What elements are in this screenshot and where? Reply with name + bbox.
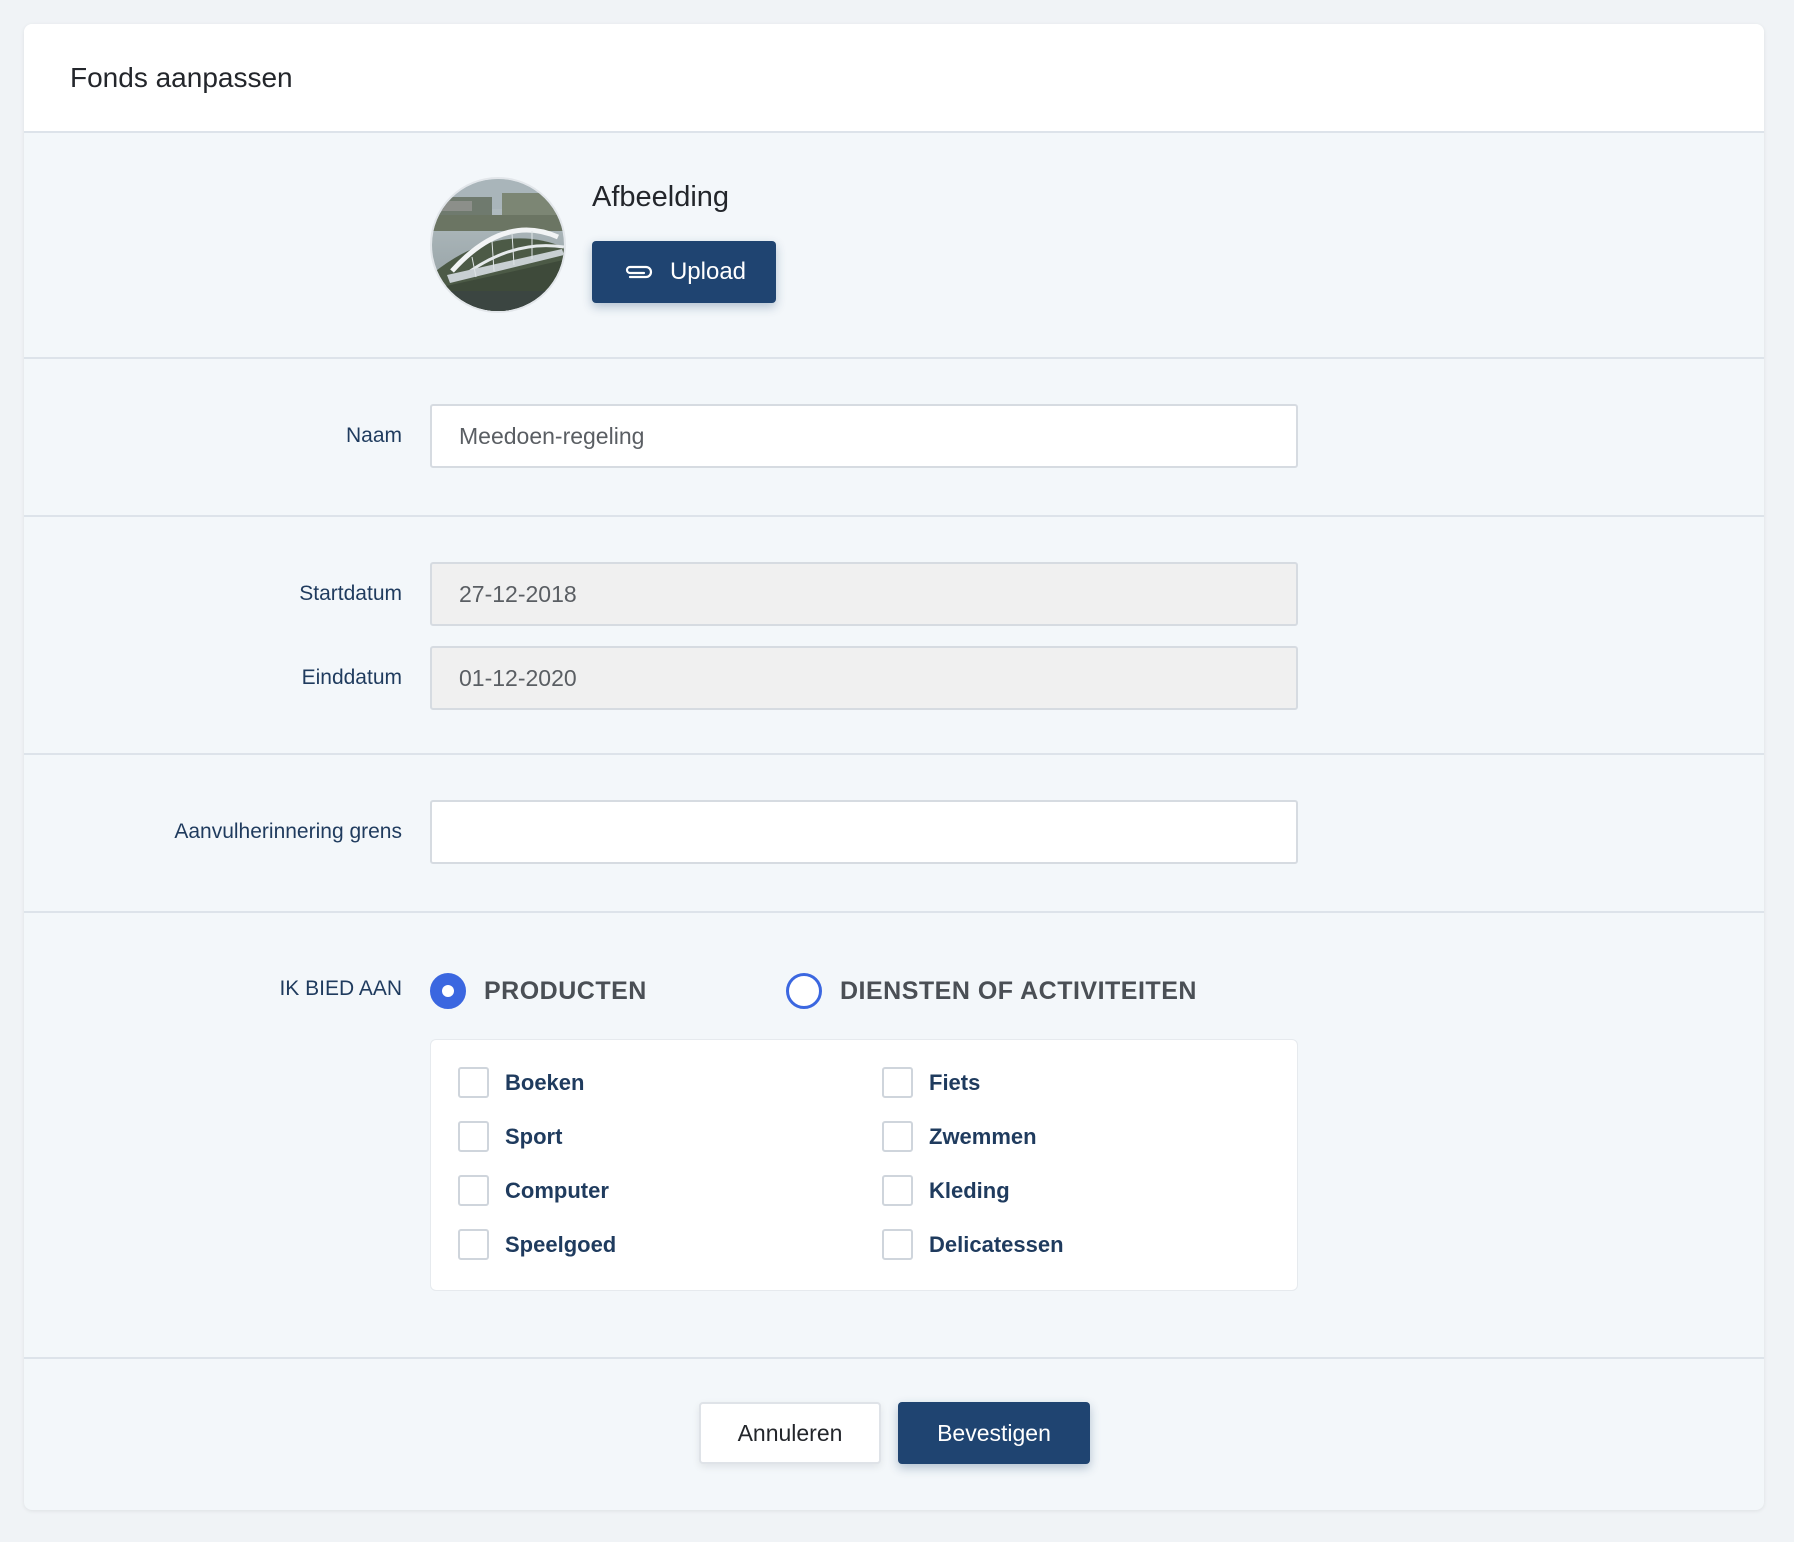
reminder-input[interactable]: [430, 800, 1298, 864]
dates-section: Startdatum 27-12-2018 Einddatum 01-12-20…: [24, 517, 1764, 755]
checkbox-label: Fiets: [929, 1069, 981, 1095]
start-date-row: Startdatum 27-12-2018: [24, 562, 1764, 626]
fund-image-avatar: [430, 177, 566, 313]
end-date-row: Einddatum 01-12-2020: [24, 646, 1764, 710]
offer-section: IK BIED AAN PRODUCTEN DIENSTEN OF ACTIVI…: [24, 913, 1764, 1359]
edit-fund-card: Fonds aanpassen Afbeelding Upload Naam M…: [24, 24, 1764, 1510]
checkbox-label: Boeken: [505, 1069, 585, 1095]
page-title: Fonds aanpassen: [70, 61, 293, 93]
radio-services-label: DIENSTEN OF ACTIVITEITEN: [840, 976, 1197, 1005]
radio-services[interactable]: DIENSTEN OF ACTIVITEITEN: [786, 973, 1197, 1009]
checkbox-computer[interactable]: Computer: [458, 1175, 609, 1206]
reminder-label: Aanvulherinnering grens: [174, 820, 402, 843]
checkbox-label: Computer: [505, 1177, 609, 1203]
checkbox-icon: [882, 1175, 913, 1206]
checkbox-icon: [458, 1175, 489, 1206]
upload-button[interactable]: Upload: [592, 241, 776, 303]
bridge-photo: [432, 179, 564, 311]
offer-label: IK BIED AAN: [279, 977, 402, 1000]
cancel-button[interactable]: Annuleren: [699, 1402, 881, 1464]
paperclip-icon: [625, 265, 652, 279]
checkbox-label: Zwemmen: [929, 1123, 1037, 1149]
upload-button-label: Upload: [669, 258, 747, 285]
checkbox-icon: [882, 1229, 913, 1260]
checkbox-icon: [458, 1121, 489, 1152]
image-section-title: Afbeelding: [592, 181, 730, 213]
checkbox-icon: [458, 1229, 489, 1260]
confirm-button[interactable]: Bevestigen: [898, 1402, 1090, 1464]
checkbox-fiets[interactable]: Fiets: [882, 1067, 980, 1098]
checkbox-delicatessen[interactable]: Delicatessen: [882, 1229, 1064, 1260]
checkbox-icon: [882, 1121, 913, 1152]
card-header: Fonds aanpassen: [24, 24, 1764, 133]
actions-section: Annuleren Bevestigen: [24, 1359, 1764, 1508]
name-section: Naam Meedoen-regeling: [24, 359, 1764, 517]
name-input[interactable]: Meedoen-regeling: [430, 404, 1298, 468]
checkbox-icon: [882, 1067, 913, 1098]
category-checkbox-list: Boeken Fiets Sport Zwemmen Computer Kled…: [430, 1039, 1298, 1291]
name-row: Naam Meedoen-regeling: [24, 404, 1764, 468]
checkbox-zwemmen[interactable]: Zwemmen: [882, 1121, 1037, 1152]
checkbox-label: Sport: [505, 1123, 563, 1149]
checkbox-speelgoed[interactable]: Speelgoed: [458, 1229, 616, 1260]
checkbox-label: Kleding: [929, 1177, 1010, 1203]
checkbox-icon: [458, 1067, 489, 1098]
radio-checked-icon: [430, 973, 466, 1009]
image-section: Afbeelding Upload: [24, 133, 1764, 359]
start-date-label: Startdatum: [299, 582, 402, 605]
end-date-label: Einddatum: [301, 666, 402, 689]
checkbox-label: Speelgoed: [505, 1231, 617, 1257]
reminder-row: Aanvulherinnering grens: [24, 800, 1764, 864]
end-date-input: 01-12-2020: [430, 646, 1298, 710]
radio-products[interactable]: PRODUCTEN: [430, 973, 647, 1009]
checkbox-sport[interactable]: Sport: [458, 1121, 562, 1152]
radio-products-label: PRODUCTEN: [484, 976, 647, 1005]
reminder-section: Aanvulherinnering grens: [24, 755, 1764, 913]
checkbox-label: Delicatessen: [929, 1231, 1064, 1257]
start-date-input: 27-12-2018: [430, 562, 1298, 626]
name-label: Naam: [345, 424, 402, 447]
checkbox-boeken[interactable]: Boeken: [458, 1067, 584, 1098]
checkbox-kleding[interactable]: Kleding: [882, 1175, 1010, 1206]
radio-unchecked-icon: [786, 973, 822, 1009]
